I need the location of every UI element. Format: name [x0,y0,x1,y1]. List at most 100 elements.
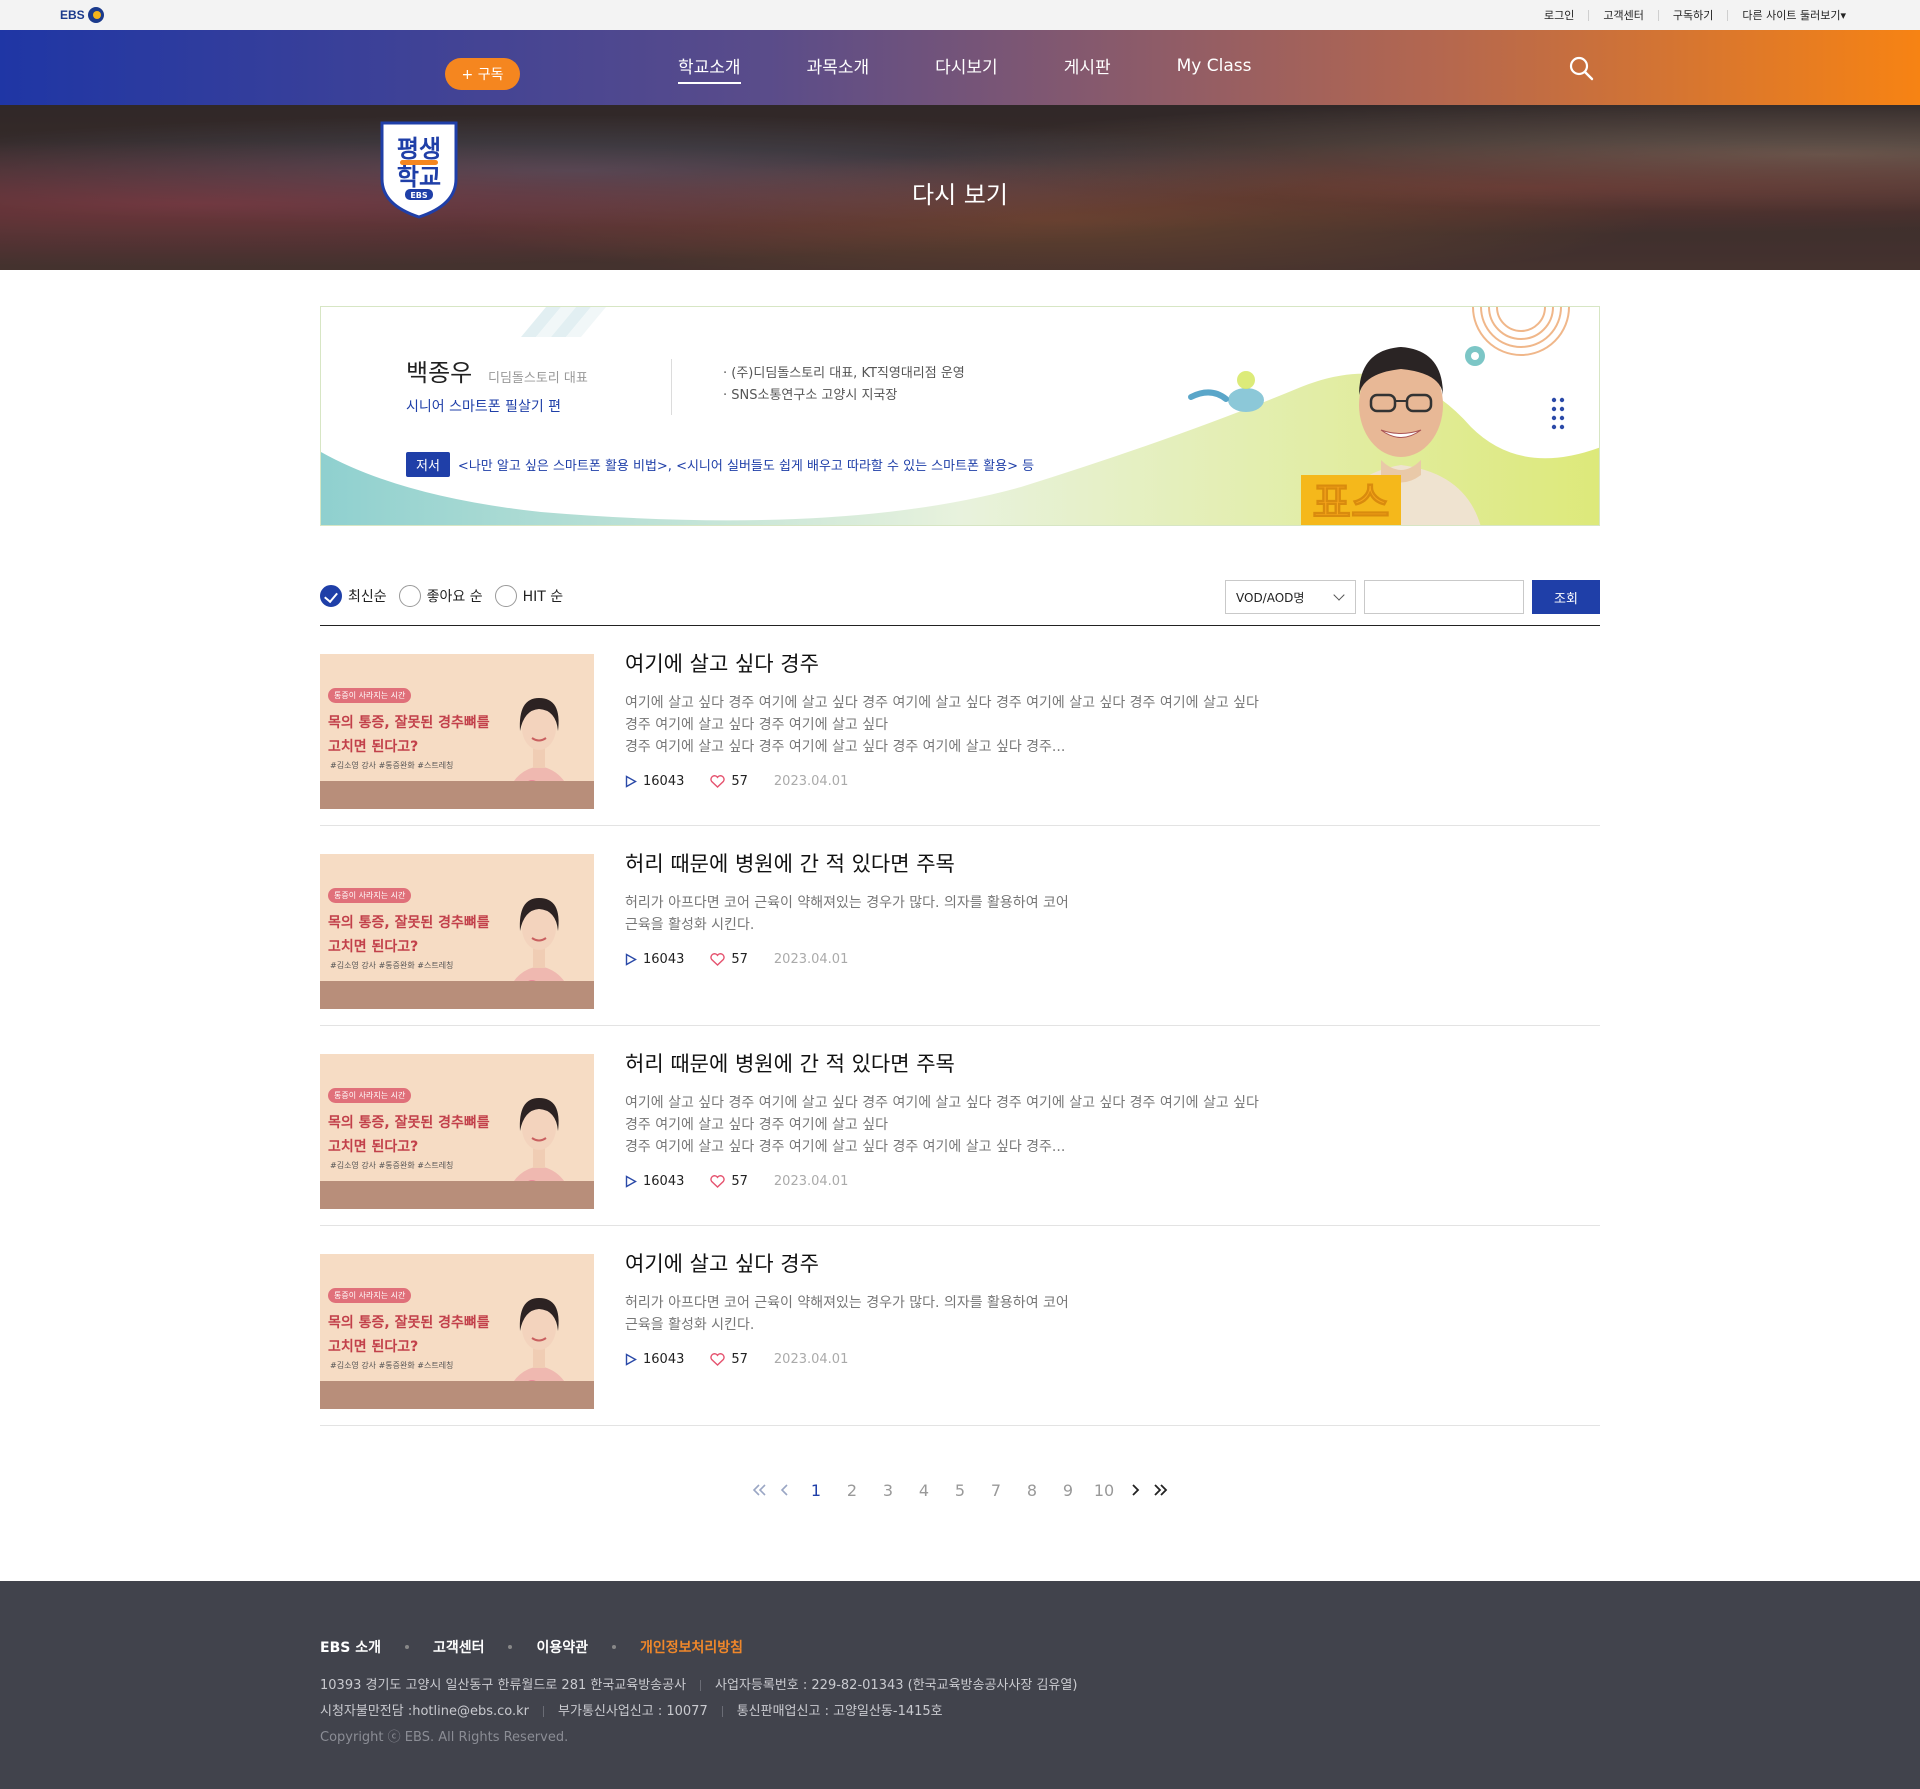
footer-link-terms[interactable]: 이용약관 [536,1637,588,1657]
main-navigation: + 구독 학교소개 과목소개 다시보기 게시판 My Class [0,30,1920,105]
view-count: 16043 [625,1174,684,1189]
heart-icon[interactable] [710,1353,726,1366]
like-count[interactable]: 57 [710,952,748,967]
page-number[interactable]: 10 [1086,1481,1122,1500]
heart-icon[interactable] [710,1175,726,1188]
footer-links: EBS 소개 고객센터 이용약관 개인정보처리방침 [320,1637,767,1657]
teacher-career: · (주)디딤돌스토리 대표, KT직영대리점 운영 · SNS소통연구소 고양… [723,363,965,407]
item-desc-line: 근육을 활성화 시킨다. [625,1317,755,1333]
footer-link-privacy[interactable]: 개인정보처리방침 [640,1637,743,1657]
utility-links: 로그인 고객센터 구독하기 다른 사이트 둘러보기▾ [1530,0,1860,30]
view-count: 16043 [625,952,684,967]
menu-item-school-intro[interactable]: 학교소개 [678,53,741,84]
item-meta: 16043 57 2023.04.01 [625,1352,1345,1367]
footer-link-about[interactable]: EBS 소개 [320,1637,381,1657]
footer-hotline: 시청자불만전담 :hotline@ebs.co.kr [320,1704,530,1719]
sort-options: 최신순 좋아요 순 HIT 순 [320,585,575,607]
video-item[interactable]: 통증이 사라지는 시간 목의 통증, 잘못된 경추뼈를 고치면 된다고? #김소… [320,1226,1600,1426]
radio-icon[interactable] [494,585,517,607]
page-number[interactable]: 3 [870,1481,906,1500]
heart-icon[interactable] [710,775,726,788]
menu-item-my-class[interactable]: My Class [1177,56,1252,80]
video-item[interactable]: 통증이 사라지는 시간 목의 통증, 잘못된 경추뼈를 고치면 된다고? #김소… [320,1026,1600,1226]
subscribe-button[interactable]: + 구독 [445,58,520,90]
menu-item-replay[interactable]: 다시보기 [935,53,998,82]
radio-checked-icon[interactable] [320,585,342,607]
search-icon[interactable] [1568,55,1594,81]
footer-biz-number: 사업자등록번호 : 229-82-01343 (한국교육방송공사사장 김유열) [715,1678,1078,1693]
item-title[interactable]: 여기에 살고 싶다 경주 [625,648,1345,678]
view-count-value: 16043 [643,1352,685,1367]
item-desc: 여기에 살고 싶다 경주 여기에 살고 싶다 경주 여기에 살고 싶다 경주 여… [625,1092,1345,1158]
sort-latest[interactable]: 최신순 [320,585,387,607]
video-item[interactable]: 통증이 사라지는 시간 목의 통증, 잘못된 경추뼈를 고치면 된다고? #김소… [320,826,1600,1026]
teacher-course: 시니어 스마트폰 필살기 편 [406,399,562,415]
more-menu-icon[interactable] [1551,397,1565,431]
search-input[interactable] [1364,580,1524,614]
video-item[interactable]: 통증이 사라지는 시간 목의 통증, 잘못된 경추뼈를 고치면 된다고? #김소… [320,626,1600,826]
like-count-value: 57 [731,774,748,789]
menu-item-board[interactable]: 게시판 [1064,53,1111,82]
sort-label: 좋아요 순 [426,589,483,605]
search-button[interactable]: 조회 [1532,580,1600,614]
customer-center-link[interactable]: 고객센터 [1588,9,1657,21]
thumb-headline: 목의 통증, 잘못된 경추뼈를 [328,915,490,931]
thumb-tags: #김소영 강사 #통증완화 #스트레칭 [330,1161,454,1170]
subscribe-link[interactable]: 구독하기 [1657,9,1727,21]
sort-likes[interactable]: 좋아요 순 [398,585,483,607]
menu-item-subject-intro[interactable]: 과목소개 [807,53,870,82]
teacher-name: 백종우 [406,359,473,387]
play-icon [625,1353,637,1366]
footer: EBS 소개 고객센터 이용약관 개인정보처리방침 10393 경기도 고양시 … [0,1581,1920,1789]
page-number[interactable]: 1 [798,1481,834,1500]
view-count-value: 16043 [643,1174,685,1189]
page-number[interactable]: 2 [834,1481,870,1500]
item-date: 2023.04.01 [773,774,849,789]
search-type-select[interactable]: VOD/AOD명 [1225,580,1356,614]
other-sites-dropdown[interactable]: 다른 사이트 둘러보기▾ [1727,9,1860,21]
like-count[interactable]: 57 [710,774,748,789]
pagination: 1 2 3 4 5 7 8 9 10 [0,1478,1920,1502]
item-title[interactable]: 여기에 살고 싶다 경주 [625,1248,1345,1278]
ebs-logo-text: EBS [60,8,85,22]
item-desc: 여기에 살고 싶다 경주 여기에 살고 싶다 경주 여기에 살고 싶다 경주 여… [625,692,1345,758]
video-thumbnail[interactable]: 통증이 사라지는 시간 목의 통증, 잘못된 경추뼈를 고치면 된다고? #김소… [320,854,594,1009]
page-number[interactable]: 7 [978,1481,1014,1500]
sort-label: 최신순 [348,589,387,605]
video-thumbnail[interactable]: 통증이 사라지는 시간 목의 통증, 잘못된 경추뼈를 고치면 된다고? #김소… [320,1254,594,1409]
footer-info: 10393 경기도 고양시 일산동구 한류월드로 281 한국교육방송공사 사업자… [320,1673,1077,1751]
thumb-headline: 고치면 된다고? [328,739,419,755]
page-number[interactable]: 4 [906,1481,942,1500]
view-count-value: 16043 [643,774,685,789]
item-title[interactable]: 허리 때문에 병원에 간 적 있다면 주목 [625,1048,1345,1078]
teacher-sign-text: 표스 [1312,478,1389,526]
like-count[interactable]: 57 [710,1352,748,1367]
like-count[interactable]: 57 [710,1174,748,1189]
next-page-icon[interactable] [1122,1478,1148,1502]
video-thumbnail[interactable]: 통증이 사라지는 시간 목의 통증, 잘못된 경추뼈를 고치면 된다고? #김소… [320,654,594,809]
teacher-books: 저서 <나만 알고 싶은 스마트폰 활용 비법>, <시니어 실버들도 쉽게 배… [406,452,1034,477]
last-page-icon[interactable] [1148,1478,1174,1502]
video-info: 여기에 살고 싶다 경주 여기에 살고 싶다 경주 여기에 살고 싶다 경주 여… [625,648,1345,789]
sort-hit[interactable]: HIT 순 [494,585,563,607]
page-number[interactable]: 8 [1014,1481,1050,1500]
item-desc-line: 경주 여기에 살고 싶다 경주 여기에 살고 싶다 [625,1117,888,1133]
thumb-headline: 목의 통증, 잘못된 경추뼈를 [328,1115,490,1131]
video-info: 허리 때문에 병원에 간 적 있다면 주목 허리가 아프다면 코어 근육이 약해… [625,848,1345,967]
item-desc-line: 근육을 활성화 시킨다. [625,917,755,933]
ebs-logo[interactable]: EBS [60,7,104,23]
video-thumbnail[interactable]: 통증이 사라지는 시간 목의 통증, 잘못된 경추뼈를 고치면 된다고? #김소… [320,1054,594,1209]
first-page-icon[interactable] [746,1478,772,1502]
page-number[interactable]: 5 [942,1481,978,1500]
play-icon [625,775,637,788]
footer-address: 10393 경기도 고양시 일산동구 한류월드로 281 한국교육방송공사 [320,1678,687,1693]
login-link[interactable]: 로그인 [1530,10,1588,21]
page-number[interactable]: 9 [1050,1481,1086,1500]
radio-icon[interactable] [398,585,421,607]
item-title[interactable]: 허리 때문에 병원에 간 적 있다면 주목 [625,848,1345,878]
books-tag: 저서 [406,452,450,477]
footer-link-customer-center[interactable]: 고객센터 [433,1637,485,1657]
prev-page-icon[interactable] [772,1478,798,1502]
teacher-role: 디딤돌스토리 대표 [488,371,588,386]
heart-icon[interactable] [710,953,726,966]
